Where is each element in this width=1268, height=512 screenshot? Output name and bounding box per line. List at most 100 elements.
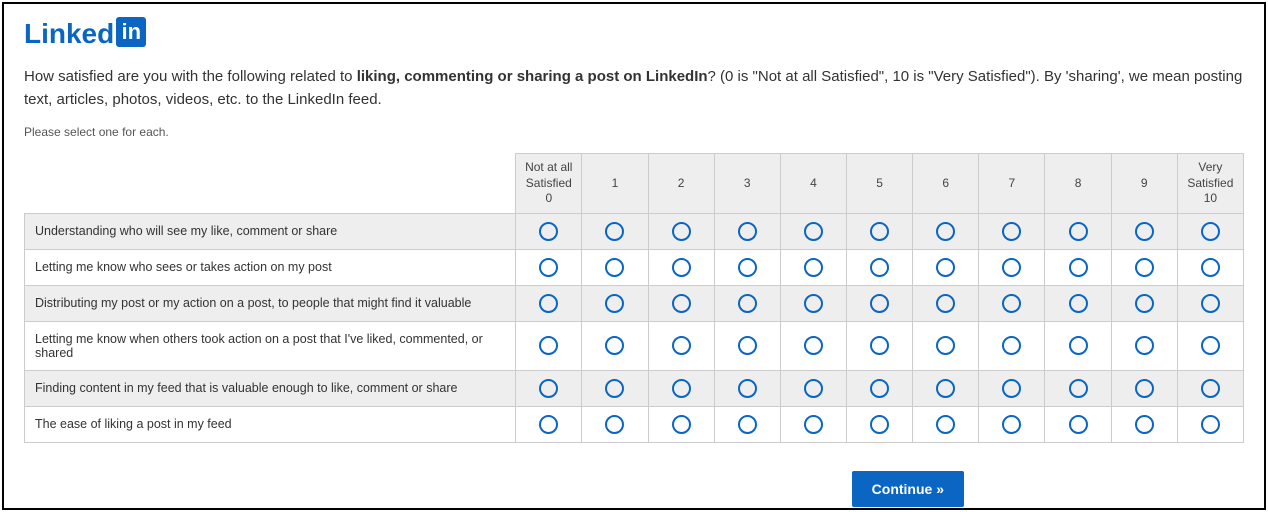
radio-icon[interactable] <box>1201 415 1220 434</box>
radio-icon[interactable] <box>936 336 955 355</box>
radio-icon[interactable] <box>1135 222 1154 241</box>
radio-icon[interactable] <box>1002 336 1021 355</box>
radio-icon[interactable] <box>1201 379 1220 398</box>
radio-icon[interactable] <box>1069 379 1088 398</box>
radio-cell[interactable] <box>979 321 1045 370</box>
radio-icon[interactable] <box>936 222 955 241</box>
radio-icon[interactable] <box>605 379 624 398</box>
radio-cell[interactable] <box>979 249 1045 285</box>
radio-cell[interactable] <box>780 321 846 370</box>
radio-cell[interactable] <box>780 285 846 321</box>
radio-icon[interactable] <box>1069 258 1088 277</box>
radio-cell[interactable] <box>780 406 846 442</box>
radio-icon[interactable] <box>605 336 624 355</box>
radio-cell[interactable] <box>582 213 648 249</box>
radio-icon[interactable] <box>1069 294 1088 313</box>
radio-icon[interactable] <box>870 336 889 355</box>
radio-cell[interactable] <box>780 249 846 285</box>
radio-icon[interactable] <box>672 379 691 398</box>
radio-cell[interactable] <box>1111 321 1177 370</box>
radio-cell[interactable] <box>648 285 714 321</box>
radio-icon[interactable] <box>539 294 558 313</box>
radio-icon[interactable] <box>738 336 757 355</box>
radio-cell[interactable] <box>913 406 979 442</box>
radio-icon[interactable] <box>936 258 955 277</box>
radio-cell[interactable] <box>1045 370 1111 406</box>
radio-cell[interactable] <box>648 406 714 442</box>
radio-icon[interactable] <box>1201 336 1220 355</box>
radio-icon[interactable] <box>672 258 691 277</box>
radio-icon[interactable] <box>1002 294 1021 313</box>
radio-cell[interactable] <box>846 249 912 285</box>
radio-cell[interactable] <box>1045 213 1111 249</box>
radio-icon[interactable] <box>1135 415 1154 434</box>
radio-cell[interactable] <box>516 370 582 406</box>
radio-icon[interactable] <box>672 294 691 313</box>
radio-cell[interactable] <box>1111 406 1177 442</box>
radio-cell[interactable] <box>714 249 780 285</box>
radio-icon[interactable] <box>605 222 624 241</box>
radio-icon[interactable] <box>672 415 691 434</box>
radio-cell[interactable] <box>913 370 979 406</box>
radio-icon[interactable] <box>804 336 823 355</box>
radio-cell[interactable] <box>780 370 846 406</box>
radio-icon[interactable] <box>539 415 558 434</box>
radio-icon[interactable] <box>1135 336 1154 355</box>
radio-cell[interactable] <box>1177 213 1243 249</box>
radio-icon[interactable] <box>1201 258 1220 277</box>
radio-icon[interactable] <box>1069 415 1088 434</box>
radio-cell[interactable] <box>1045 285 1111 321</box>
radio-icon[interactable] <box>738 415 757 434</box>
radio-cell[interactable] <box>1177 406 1243 442</box>
radio-icon[interactable] <box>672 222 691 241</box>
radio-icon[interactable] <box>804 258 823 277</box>
radio-icon[interactable] <box>804 222 823 241</box>
radio-cell[interactable] <box>1045 406 1111 442</box>
radio-icon[interactable] <box>870 258 889 277</box>
radio-cell[interactable] <box>648 249 714 285</box>
radio-icon[interactable] <box>1002 379 1021 398</box>
radio-cell[interactable] <box>846 406 912 442</box>
radio-icon[interactable] <box>870 222 889 241</box>
radio-cell[interactable] <box>516 249 582 285</box>
radio-cell[interactable] <box>846 213 912 249</box>
radio-icon[interactable] <box>936 415 955 434</box>
radio-icon[interactable] <box>1135 258 1154 277</box>
radio-icon[interactable] <box>539 258 558 277</box>
radio-icon[interactable] <box>1002 222 1021 241</box>
radio-icon[interactable] <box>672 336 691 355</box>
radio-icon[interactable] <box>804 415 823 434</box>
radio-cell[interactable] <box>913 249 979 285</box>
radio-cell[interactable] <box>1177 249 1243 285</box>
radio-cell[interactable] <box>516 406 582 442</box>
radio-cell[interactable] <box>979 213 1045 249</box>
radio-icon[interactable] <box>870 294 889 313</box>
radio-icon[interactable] <box>1201 222 1220 241</box>
radio-icon[interactable] <box>539 222 558 241</box>
radio-cell[interactable] <box>714 321 780 370</box>
radio-icon[interactable] <box>738 258 757 277</box>
radio-cell[interactable] <box>846 370 912 406</box>
radio-cell[interactable] <box>1177 285 1243 321</box>
radio-cell[interactable] <box>714 213 780 249</box>
radio-cell[interactable] <box>648 370 714 406</box>
radio-cell[interactable] <box>1045 321 1111 370</box>
radio-cell[interactable] <box>648 213 714 249</box>
radio-icon[interactable] <box>936 294 955 313</box>
radio-cell[interactable] <box>913 321 979 370</box>
radio-icon[interactable] <box>1002 258 1021 277</box>
radio-icon[interactable] <box>738 222 757 241</box>
radio-cell[interactable] <box>780 213 846 249</box>
radio-cell[interactable] <box>979 370 1045 406</box>
radio-icon[interactable] <box>936 379 955 398</box>
radio-icon[interactable] <box>870 379 889 398</box>
radio-cell[interactable] <box>913 213 979 249</box>
radio-cell[interactable] <box>979 406 1045 442</box>
radio-cell[interactable] <box>913 285 979 321</box>
radio-icon[interactable] <box>804 379 823 398</box>
radio-icon[interactable] <box>1135 379 1154 398</box>
radio-cell[interactable] <box>1111 213 1177 249</box>
radio-cell[interactable] <box>648 321 714 370</box>
radio-cell[interactable] <box>1045 249 1111 285</box>
radio-icon[interactable] <box>539 336 558 355</box>
